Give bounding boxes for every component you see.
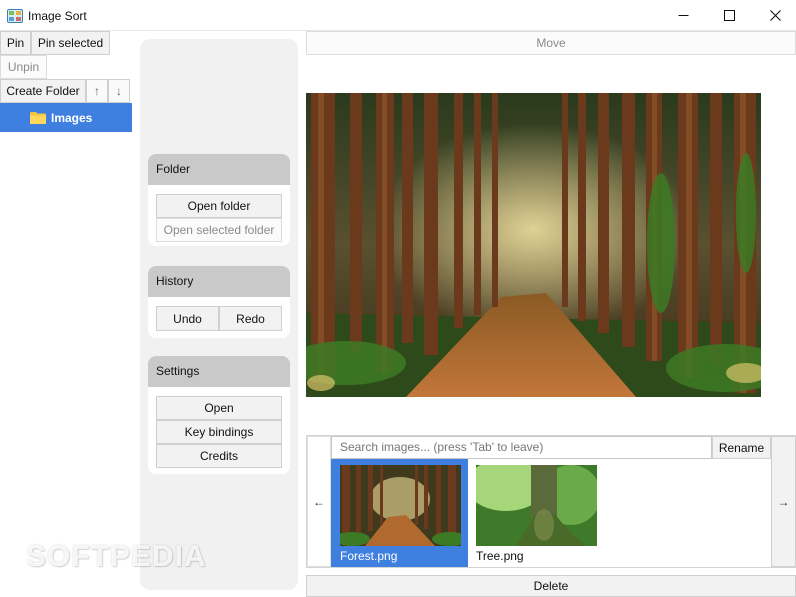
thumbnail-forest-label: Forest.png [340,549,398,563]
pin-selected-button[interactable]: Pin selected [31,31,110,55]
image-preview [306,93,761,397]
window-title: Image Sort [28,9,87,23]
close-icon [769,10,781,21]
folder-group-heading: Folder [148,154,290,185]
tree-item-images[interactable]: Images [0,103,132,132]
rename-button[interactable]: Rename [712,436,771,459]
key-bindings-button[interactable]: Key bindings [156,420,282,444]
redo-button[interactable]: Redo [219,306,282,331]
pin-button[interactable]: Pin [0,31,31,55]
minimize-icon [678,15,688,16]
thumbnail-tree-label: Tree.png [476,549,524,563]
next-button[interactable]: → [771,436,796,567]
minimize-button[interactable] [660,0,706,31]
app-icon [7,9,23,23]
maximize-button[interactable] [706,0,752,31]
open-folder-button[interactable]: Open folder [156,194,282,218]
delete-button[interactable]: Delete [306,575,796,597]
search-input[interactable]: Search images... (press 'Tab' to leave) [331,436,712,459]
move-down-button[interactable]: ↓ [108,79,130,103]
thumbnail-forest[interactable] [340,465,461,546]
previous-button[interactable]: ← [307,436,331,567]
undo-button[interactable]: Undo [156,306,219,331]
settings-group-heading: Settings [148,356,290,387]
settings-open-button[interactable]: Open [156,396,282,420]
watermark: SOFTPEDIA [26,540,207,573]
open-selected-folder-button[interactable]: Open selected folder [156,218,282,242]
history-group-heading: History [148,266,290,297]
close-button[interactable] [752,0,796,31]
unpin-button[interactable]: Unpin [0,55,47,79]
folder-tree: Images [0,103,132,597]
create-folder-button[interactable]: Create Folder [0,79,86,103]
move-up-button[interactable]: ↑ [86,79,108,103]
credits-button[interactable]: Credits [156,444,282,468]
title-bar: Image Sort [0,0,796,31]
move-button[interactable]: Move [306,31,796,55]
maximize-icon [723,10,735,21]
thumbnail-tree[interactable] [476,465,597,546]
tree-item-label: Images [51,111,93,125]
folder-icon [30,112,46,124]
